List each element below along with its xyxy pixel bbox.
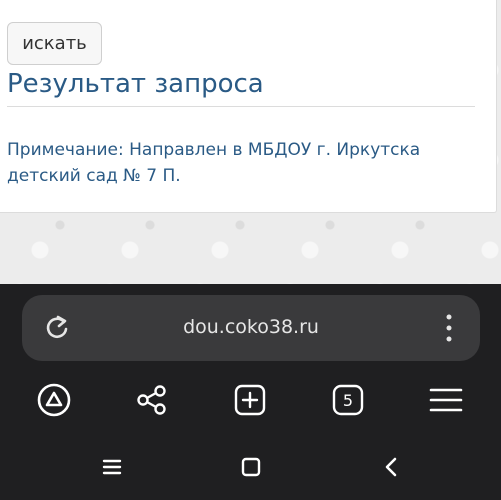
home-icon[interactable]	[240, 456, 262, 478]
note-line-1: Примечание: Направлен в МБДОУ г. Иркутск…	[7, 140, 421, 160]
result-note: Примечание: Направлен в МБДОУ г. Иркутск…	[7, 137, 477, 189]
result-title: Результат запроса	[7, 69, 264, 99]
divider	[7, 106, 475, 107]
search-button[interactable]: искать	[7, 22, 102, 65]
browser-bottom-bar: dou.coko38.ru 5	[0, 284, 501, 500]
more-vert-icon[interactable]	[441, 312, 457, 344]
alice-icon[interactable]	[37, 383, 71, 417]
result-card: искать Результат запроса Примечание: Нап…	[0, 0, 497, 213]
back-icon[interactable]	[381, 456, 403, 478]
tab-count: 5	[343, 391, 353, 410]
menu-icon[interactable]	[429, 383, 463, 417]
share-icon[interactable]	[135, 383, 169, 417]
url-text[interactable]: dou.coko38.ru	[22, 316, 480, 338]
note-line-2: детский сад № 7 П.	[7, 166, 181, 186]
new-tab-icon[interactable]	[233, 383, 267, 417]
tabs-icon[interactable]: 5	[331, 383, 365, 417]
address-bar[interactable]: dou.coko38.ru	[22, 295, 480, 361]
recent-apps-icon[interactable]	[101, 456, 123, 478]
